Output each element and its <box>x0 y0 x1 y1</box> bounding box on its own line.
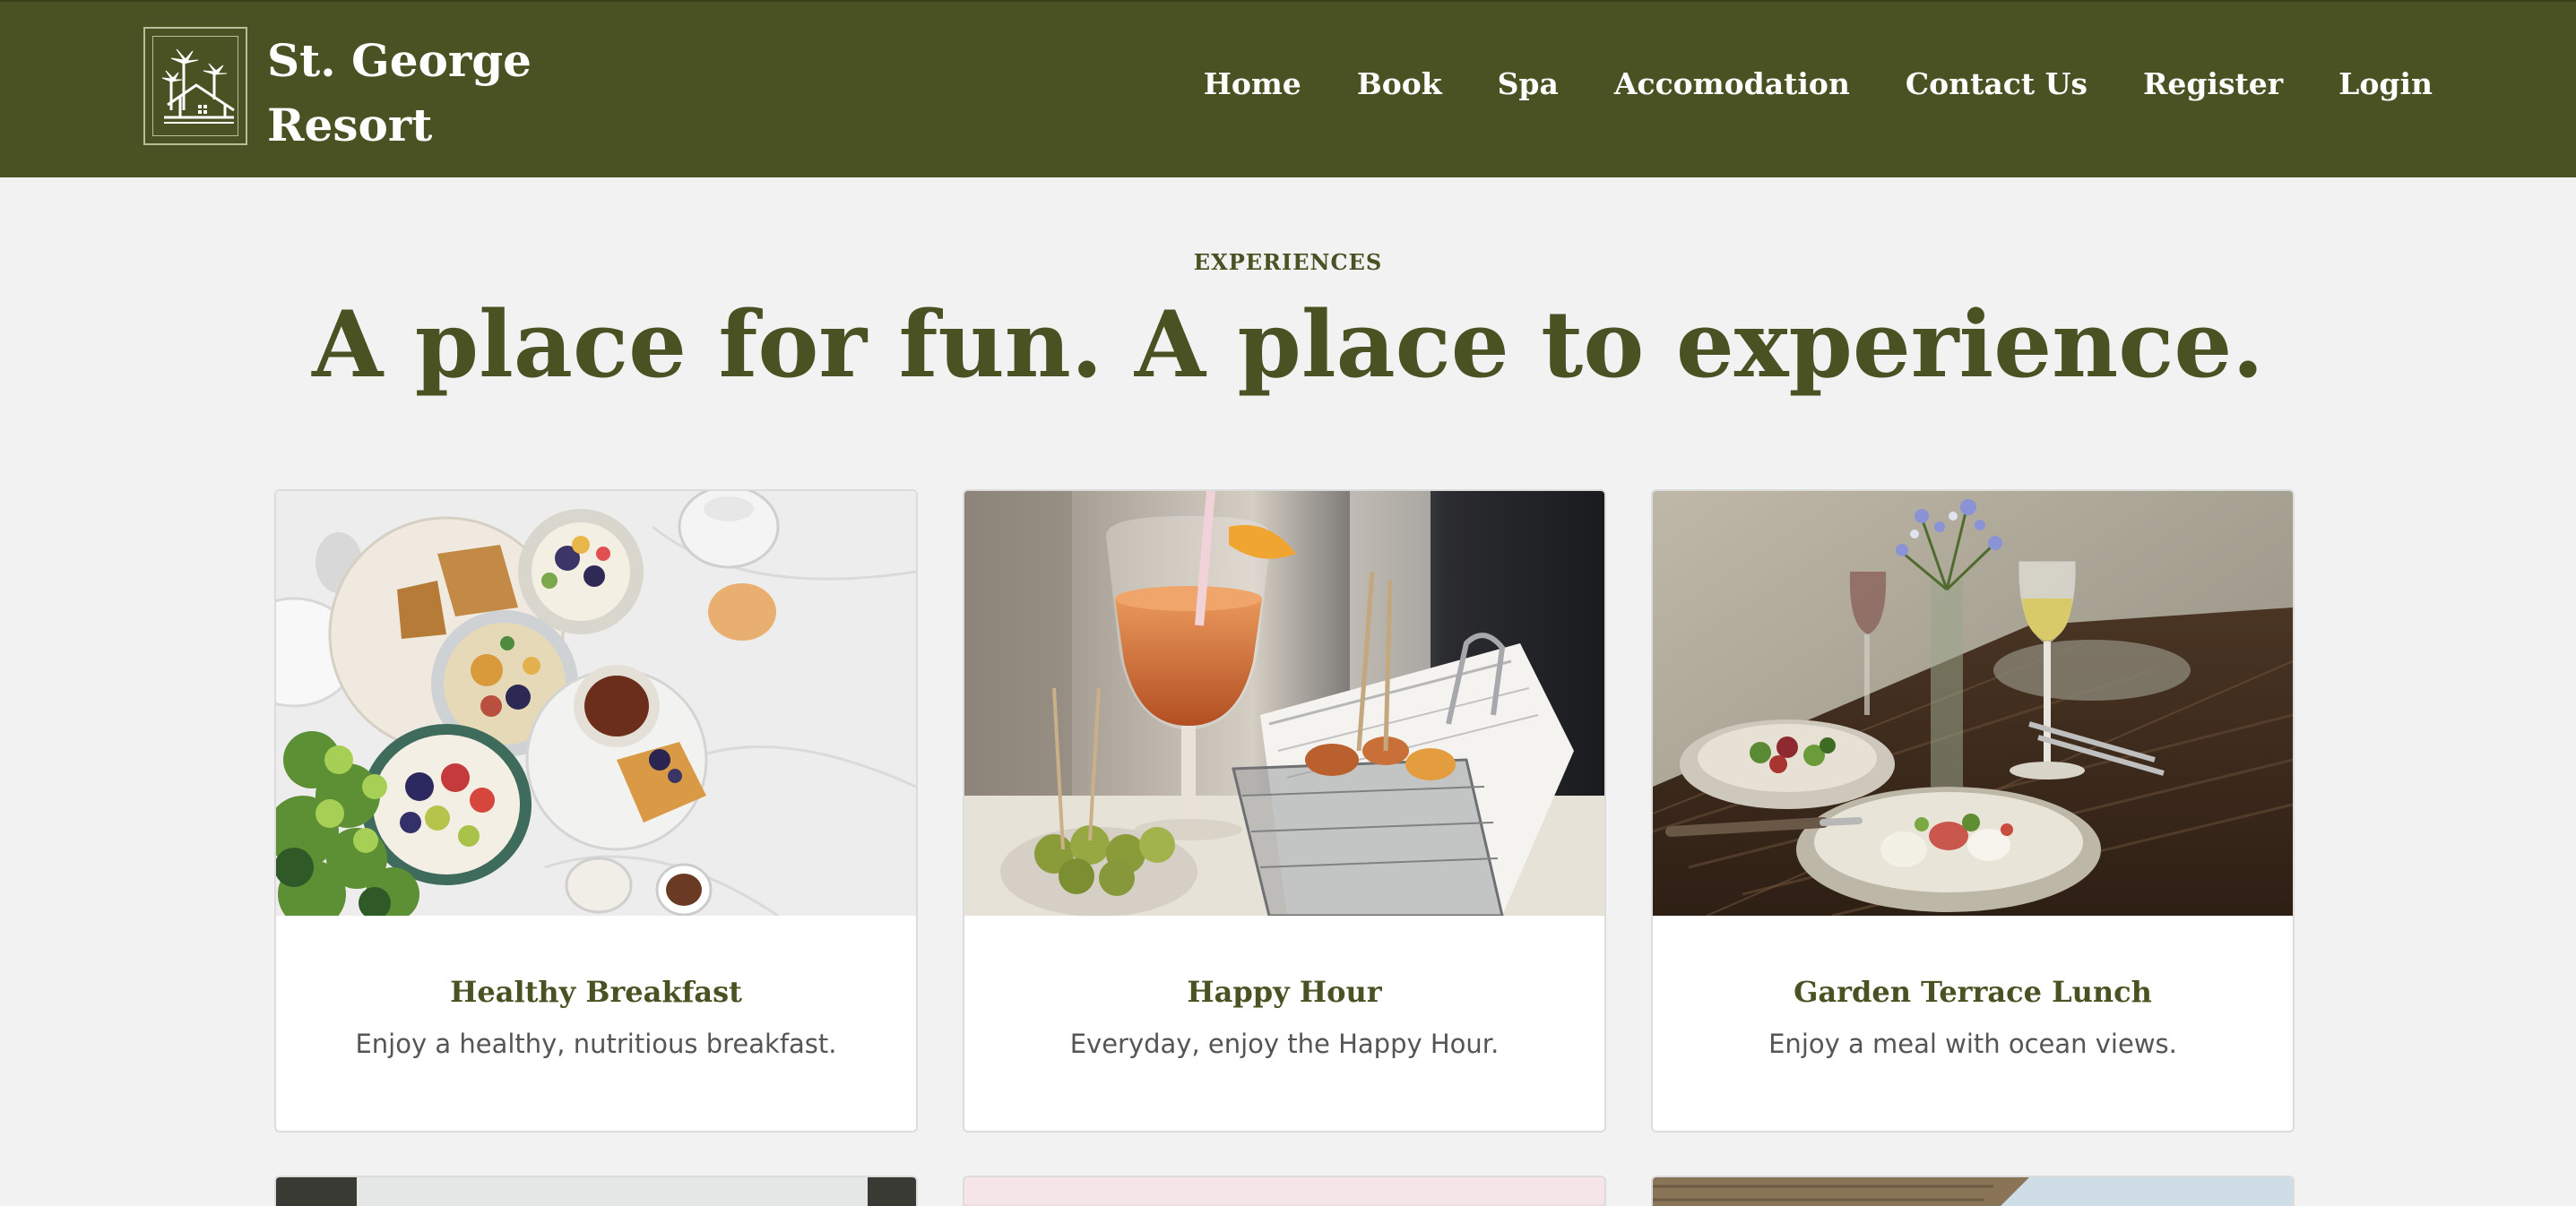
palm-house-icon <box>161 48 235 124</box>
experience-card-peek[interactable] <box>274 1176 918 1206</box>
brand-line-2: Resort <box>267 99 433 151</box>
experience-card-peek[interactable] <box>1651 1176 2295 1206</box>
experience-card-garden-lunch[interactable]: Garden Terrace Lunch Enjoy a meal with o… <box>1651 489 2295 1133</box>
garden-lunch-photo <box>1653 491 2293 916</box>
nav-login[interactable]: Login <box>2338 66 2433 101</box>
experience-card-breakfast[interactable]: Healthy Breakfast Enjoy a healthy, nutri… <box>274 489 918 1133</box>
nav-spa[interactable]: Spa <box>1498 66 1559 101</box>
logo-frame <box>152 36 238 136</box>
nav-register[interactable]: Register <box>2143 66 2283 101</box>
brand-line-1: St. George <box>267 34 532 87</box>
section-headline: A place for fun. A place to experience. <box>312 291 2264 399</box>
experience-card-happy-hour[interactable]: Happy Hour Everyday, enjoy the Happy Hou… <box>963 489 1606 1133</box>
happy-hour-photo <box>964 491 1604 916</box>
card-photo <box>964 1177 1604 1206</box>
breakfast-photo <box>276 491 916 916</box>
navbar: St. George Resort Home Book Spa Accomoda… <box>0 0 2576 177</box>
nav-book[interactable]: Book <box>1357 66 1442 101</box>
nav-accomodation[interactable]: Accomodation <box>1614 66 1850 101</box>
brand-name[interactable]: St. George Resort <box>267 29 532 158</box>
experience-card-peek[interactable] <box>963 1176 1606 1206</box>
card-title[interactable]: Garden Terrace Lunch <box>1653 975 2293 1009</box>
card-description: Enjoy a healthy, nutritious breakfast. <box>355 1029 837 1059</box>
section-eyebrow: EXPERIENCES <box>1193 249 1383 275</box>
card-description: Enjoy a meal with ocean views. <box>1768 1029 2177 1059</box>
card-title[interactable]: Healthy Breakfast <box>276 975 916 1009</box>
card-photo <box>276 1177 916 1206</box>
logo[interactable] <box>143 27 247 145</box>
nav-contact-us[interactable]: Contact Us <box>1906 66 2088 101</box>
nav-home[interactable]: Home <box>1204 66 1301 101</box>
card-title[interactable]: Happy Hour <box>964 975 1604 1009</box>
card-description: Everyday, enjoy the Happy Hour. <box>1069 1029 1500 1059</box>
main-nav: Home Book Spa Accomodation Contact Us Re… <box>1204 66 2433 101</box>
card-photo <box>1653 1177 2293 1206</box>
